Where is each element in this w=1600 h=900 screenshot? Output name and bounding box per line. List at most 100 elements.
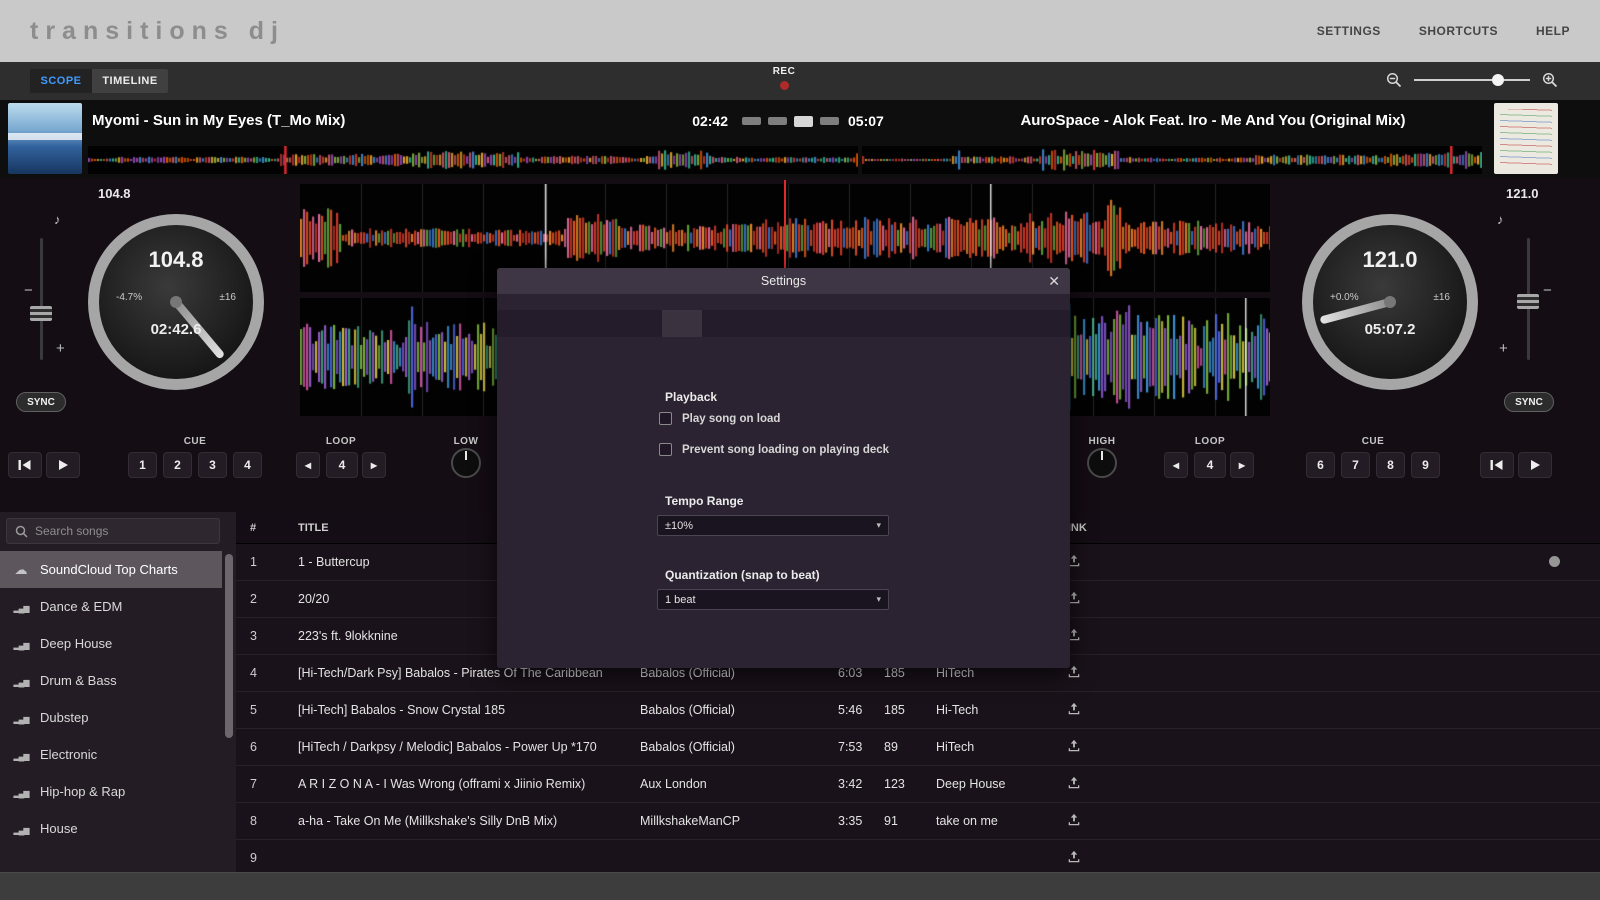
playlist-item[interactable]: House — [0, 810, 222, 847]
external-link-icon[interactable] — [1052, 850, 1096, 866]
table-scrollbar-thumb[interactable] — [1549, 556, 1560, 567]
deck-a-track-overview[interactable] — [88, 146, 858, 174]
cue-button[interactable]: 6 — [1306, 452, 1335, 478]
table-row[interactable]: 6 [HiTech / Darkpsy / Melodic] Babalos -… — [236, 729, 1600, 766]
zoom-in-icon[interactable] — [1542, 72, 1558, 88]
external-link-icon[interactable] — [1052, 739, 1096, 755]
record-control[interactable]: REC — [762, 66, 806, 95]
assign-block[interactable] — [820, 117, 839, 125]
checkbox-row[interactable]: Prevent song loading on playing deck — [659, 443, 889, 456]
external-link-icon[interactable] — [1052, 702, 1096, 718]
external-link-icon[interactable] — [1052, 776, 1096, 792]
cue-button[interactable]: 3 — [198, 452, 227, 478]
scope-view-button[interactable]: SCOPE — [30, 69, 92, 93]
checkbox[interactable] — [659, 443, 672, 456]
chart-icon — [12, 747, 30, 762]
row-time: 7:53 — [838, 740, 882, 754]
skip-start-icon — [1489, 459, 1505, 471]
checkbox-label: Play song on load — [682, 413, 780, 425]
top-menu: SETTINGS SHORTCUTS HELP — [1317, 24, 1570, 38]
deck-b-loop-value[interactable]: 4 — [1194, 452, 1226, 478]
deck-a-skip-start-button[interactable] — [8, 452, 42, 478]
deck-a-loop-value[interactable]: 4 — [326, 452, 358, 478]
pitch-plus-label[interactable]: + — [56, 340, 65, 357]
pitch-minus-label[interactable]: − — [1543, 282, 1552, 299]
external-link-icon[interactable] — [1052, 813, 1096, 829]
chart-icon — [12, 784, 30, 799]
play-icon — [1529, 459, 1541, 471]
deck-a-pitch-range: ±16 — [219, 292, 236, 303]
zoom-slider-handle[interactable] — [1492, 74, 1504, 86]
cue-button[interactable]: 2 — [163, 452, 192, 478]
cue-button[interactable]: 9 — [1411, 452, 1440, 478]
top-menu-item[interactable]: SHORTCUTS — [1419, 24, 1498, 38]
cue-button[interactable]: 7 — [1341, 452, 1370, 478]
deck-b-loop-halve-button[interactable]: ◀ — [1164, 452, 1188, 478]
close-icon[interactable]: ✕ — [1048, 268, 1060, 294]
search-box[interactable] — [6, 518, 220, 544]
assign-block-active[interactable] — [794, 116, 813, 127]
deck-b-loop-double-button[interactable]: ▶ — [1230, 452, 1254, 478]
assign-block[interactable] — [768, 117, 787, 125]
dialog-tab[interactable] — [662, 310, 702, 337]
deck-a-loop-label: LOOP — [296, 436, 386, 447]
deck-b-pitch-value: +0.0% — [1330, 292, 1359, 303]
column-header-title[interactable]: TITLE — [298, 522, 329, 534]
deck-b-high-eq-knob[interactable] — [1087, 448, 1117, 478]
table-row[interactable]: 8 a-ha - Take On Me (Millkshake's Silly … — [236, 803, 1600, 840]
deck-a-loop-halve-button[interactable]: ◀ — [296, 452, 320, 478]
playlist-item[interactable]: Dance & EDM — [0, 588, 222, 625]
deck-b-jog-wheel[interactable]: 121.0 +0.0% ±16 05:07.2 — [1302, 214, 1478, 390]
deck-a-loop-double-button[interactable]: ▶ — [362, 452, 386, 478]
sidebar-scrollbar-thumb[interactable] — [225, 554, 233, 738]
deck-a-sync-button[interactable]: SYNC — [16, 392, 66, 412]
table-row[interactable]: 5 [Hi-Tech] Babalos - Snow Crystal 185 B… — [236, 692, 1600, 729]
chart-icon — [12, 673, 30, 688]
row-artist: Babalos (Official) — [640, 666, 830, 680]
zoom-slider[interactable] — [1414, 79, 1530, 81]
playlist-item[interactable]: Deep House — [0, 625, 222, 662]
timeline-view-button[interactable]: TIMELINE — [92, 69, 168, 93]
quantization-select[interactable]: 1 beat ▾ — [657, 589, 889, 610]
cue-button[interactable]: 4 — [233, 452, 262, 478]
deck-b-cue-buttons: 6789 — [1306, 452, 1440, 478]
checkbox[interactable] — [659, 412, 672, 425]
deck-b-sync-button[interactable]: SYNC — [1504, 392, 1554, 412]
deck-a-pitch-handle[interactable] — [30, 306, 52, 321]
deck-b-skip-start-button[interactable] — [1480, 452, 1514, 478]
chart-icon — [12, 821, 30, 836]
playlist-item[interactable]: Hip-hop & Rap — [0, 773, 222, 810]
table-row[interactable]: 7 A R I Z O N A - I Was Wrong (offrami x… — [236, 766, 1600, 803]
deck-a-pitch-slider[interactable] — [40, 238, 43, 360]
deck-b-play-button[interactable] — [1518, 452, 1552, 478]
column-header-number[interactable]: # — [250, 522, 256, 534]
pitch-plus-label[interactable]: + — [1499, 340, 1508, 357]
deck-a-jog-wheel[interactable]: 104.8 -4.7% ±16 02:42.6 — [88, 214, 264, 390]
zoom-out-icon[interactable] — [1386, 72, 1402, 88]
tempo-range-select[interactable]: ±10% ▾ — [657, 515, 889, 536]
playlist-label: Electronic — [40, 747, 97, 762]
playlist-label: SoundCloud Top Charts — [40, 562, 178, 577]
table-row[interactable]: 9 — [236, 840, 1600, 872]
playlist-item[interactable]: Electronic — [0, 736, 222, 773]
dialog-title-bar[interactable]: Settings ✕ — [497, 268, 1070, 294]
playlist-item[interactable]: SoundCloud Top Charts — [0, 551, 222, 588]
row-title: [Hi-Tech] Babalos - Snow Crystal 185 — [298, 703, 636, 717]
assign-block[interactable] — [742, 117, 761, 125]
top-menu-item[interactable]: HELP — [1536, 24, 1570, 38]
playlist-item[interactable]: Drum & Bass — [0, 662, 222, 699]
cue-button[interactable]: 1 — [128, 452, 157, 478]
checkbox-row[interactable]: Play song on load — [659, 412, 889, 425]
pitch-minus-label[interactable]: − — [24, 282, 33, 299]
playlist-item[interactable]: Dubstep — [0, 699, 222, 736]
deck-a-low-eq-knob[interactable] — [451, 448, 481, 478]
row-bpm: 91 — [884, 814, 924, 828]
deck-b-pitch-handle[interactable] — [1517, 294, 1539, 309]
search-input[interactable] — [35, 524, 211, 538]
deck-a-album-art — [8, 103, 82, 174]
dialog-tab[interactable] — [702, 310, 742, 337]
cue-button[interactable]: 8 — [1376, 452, 1405, 478]
deck-b-track-overview[interactable] — [862, 146, 1482, 174]
top-menu-item[interactable]: SETTINGS — [1317, 24, 1381, 38]
deck-a-play-button[interactable] — [46, 452, 80, 478]
